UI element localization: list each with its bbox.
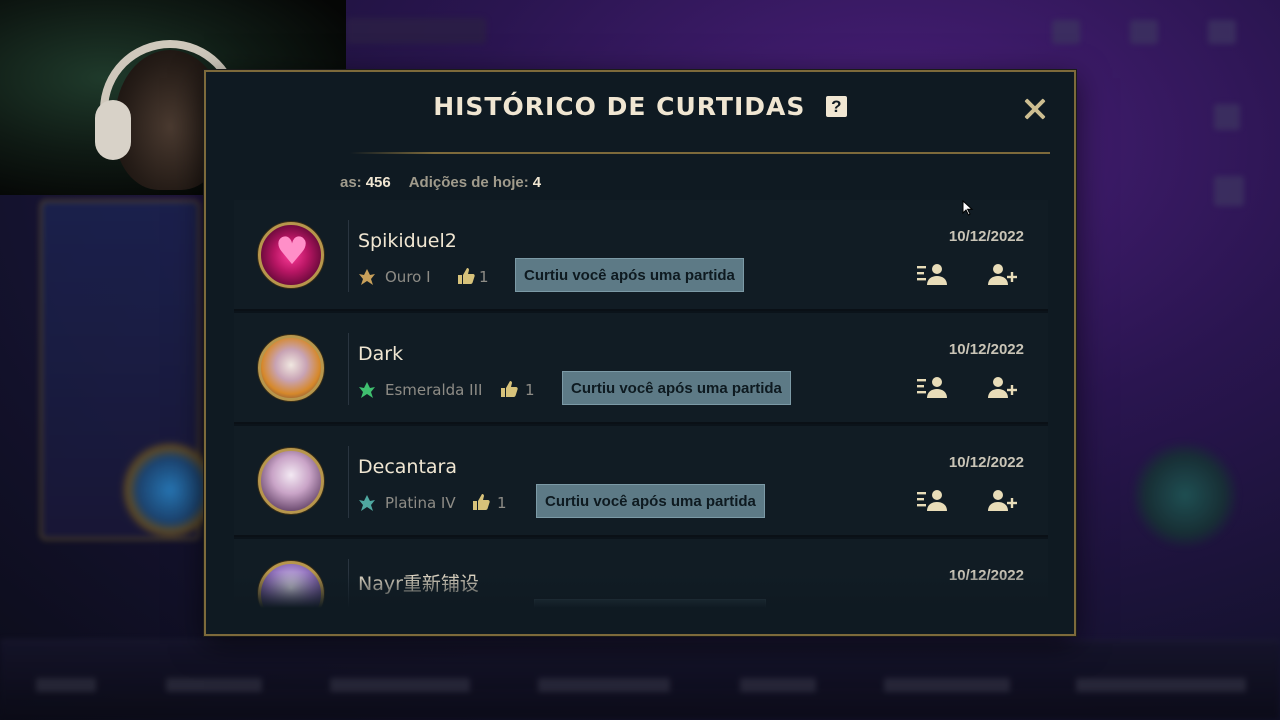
background-nav-tab [166,678,262,692]
likes-stats: as: 456 Adições de hoje: 4 [340,174,541,191]
title-divider [350,152,1050,154]
player-name[interactable]: Spikiduel2 [358,230,457,252]
heart-avatar [258,222,324,288]
rank-icon [358,494,376,512]
webcam-headphone [95,100,131,160]
help-icon[interactable]: ? [825,96,847,117]
character-avatar [258,448,324,514]
rank-icon [358,381,376,399]
add-friend-icon[interactable] [986,375,1018,399]
like-count: 1 [525,381,535,399]
match-history-icon[interactable] [916,375,948,399]
like-count: 1 [479,268,489,286]
like-reason-tag: Curtiu você após uma partida [536,484,765,518]
like-date: 10/12/2022 [948,567,1024,584]
background-icon [1214,176,1244,206]
background-rank-emblem [1130,440,1240,550]
thumbs-up-icon [500,380,518,398]
thumbs-up-icon [472,493,490,511]
add-friend-icon[interactable] [986,488,1018,512]
thumbs-up-icon [457,267,475,285]
background-nav-tab [36,678,96,692]
background-top-bar [346,18,486,44]
like-entry: Dark Esmeralda III 1 Curtiu você após um… [234,313,1048,424]
add-friend-icon[interactable] [986,262,1018,286]
background-icon [1208,20,1236,44]
today-likes-value: 4 [532,174,542,191]
rank-label: Ouro I [385,268,431,286]
rank-label: Esmeralda III [385,381,483,399]
total-likes-label: as: [340,174,362,191]
player-name[interactable]: Decantara [358,456,457,478]
background-nav-tab [884,678,1010,692]
like-date: 10/12/2022 [948,228,1024,245]
like-reason-tag: Curtiu você após uma partida [515,258,744,292]
background-nav-tab [538,678,670,692]
background-nav-tab [740,678,816,692]
total-likes-value: 456 [365,174,391,191]
background-icon [1214,104,1240,130]
modal-title: HISTÓRICO DE CURTIDAS [433,92,806,121]
like-count: 1 [497,494,507,512]
background-nav-tab [1076,678,1246,692]
modal-header: HISTÓRICO DE CURTIDAS ? [206,92,1074,132]
rank-label: Platina IV [385,494,456,512]
like-entry: Spikiduel2 Ouro I 1 Curtiu você após uma… [234,200,1048,311]
likes-history-modal: HISTÓRICO DE CURTIDAS ? as: 456 Adições de… [204,70,1076,636]
like-date: 10/12/2022 [948,454,1024,471]
character-avatar [258,561,324,608]
today-likes-label: Adições de hoje: [408,174,529,191]
player-name[interactable]: Nayr重新铺设 [358,569,479,596]
like-entry: Decantara Platina IV 1 Curtiu você após … [234,426,1048,537]
like-reason-tag: Curtiu você após uma partida [562,371,791,405]
close-icon[interactable] [1022,96,1048,122]
background-icon [1052,20,1080,44]
like-date: 10/12/2022 [948,341,1024,358]
like-entry: Nayr重新铺设 10/12/2022 [234,539,1048,608]
rank-icon [358,268,376,286]
character-avatar [258,335,324,401]
player-name[interactable]: Dark [358,343,403,365]
background-icon [1130,20,1158,44]
likes-list[interactable]: Spikiduel2 Ouro I 1 Curtiu você após uma… [234,200,1048,608]
match-history-icon[interactable] [916,488,948,512]
background-nav-tab [330,678,470,692]
like-reason-tag [534,599,766,608]
match-history-icon[interactable] [916,262,948,286]
